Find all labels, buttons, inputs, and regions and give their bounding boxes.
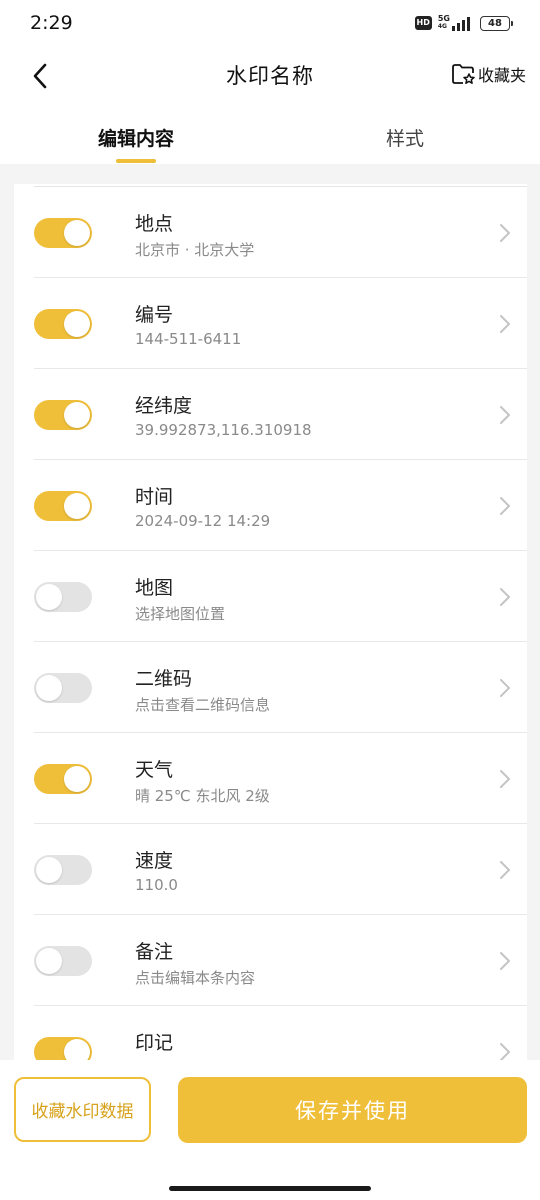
- toggle-knob: [64, 766, 90, 792]
- hd-icon: HD: [414, 16, 432, 30]
- battery-icon: 48: [480, 15, 513, 31]
- tab-edit-content[interactable]: 编辑内容: [96, 124, 176, 151]
- toggle-knob: [36, 584, 62, 610]
- visibility-toggle[interactable]: [34, 1037, 92, 1060]
- chevron-right-icon: [500, 406, 510, 424]
- list-item[interactable]: 印记修改水印相机已验证真伪信息真实性: [14, 1006, 527, 1060]
- item-label: 地点: [135, 213, 174, 235]
- tab-bar: 编辑内容 样式: [0, 112, 540, 164]
- battery-level: 48: [488, 17, 502, 29]
- item-label: 印记: [135, 1032, 174, 1054]
- visibility-toggle[interactable]: [34, 673, 92, 703]
- visibility-toggle[interactable]: [34, 491, 92, 521]
- status-time: 2:29: [30, 12, 73, 34]
- toggle-knob: [64, 402, 90, 428]
- chevron-right-icon: [500, 952, 510, 970]
- status-icons: HD 5G 4G 48: [414, 15, 513, 31]
- folder-star-icon: [452, 64, 475, 84]
- list-item[interactable]: 备注点击编辑本条内容: [14, 915, 527, 1006]
- cellular-signal-icon: 5G 4G: [438, 15, 470, 31]
- chevron-right-icon: [500, 497, 510, 515]
- active-tab-indicator: [116, 159, 156, 163]
- network-type-label: 5G: [437, 14, 450, 23]
- list-item[interactable]: 地点北京市 · 北京大学: [14, 187, 527, 278]
- chevron-right-icon: [500, 1043, 510, 1060]
- toggle-knob: [64, 311, 90, 337]
- content-area[interactable]: 地点北京市 · 北京大学编号 144-511-6411 经纬度 39.992873,1…: [0, 164, 540, 1060]
- toggle-knob: [64, 1039, 90, 1060]
- item-label: 天气: [135, 759, 174, 781]
- network-sub-label: 4G: [437, 23, 447, 30]
- app-header: 水印名称 收藏夹: [0, 46, 540, 106]
- list-item[interactable]: 地图 选择地图位置: [14, 551, 527, 642]
- item-value: 39.992873,116.310918: [135, 421, 312, 439]
- item-label: 编号: [135, 304, 174, 326]
- item-label: 经纬度: [135, 395, 193, 417]
- toggle-knob: [36, 857, 62, 883]
- item-value: 选择地图位置: [135, 605, 226, 623]
- favorites-button[interactable]: 收藏夹: [451, 62, 526, 86]
- chevron-right-icon: [500, 770, 510, 788]
- item-value: 点击查看二维码信息: [135, 696, 271, 714]
- item-value: 北京市 · 北京大学: [135, 241, 255, 259]
- list-item[interactable]: 天气晴 25℃ 东北风 2级: [14, 733, 527, 824]
- visibility-toggle[interactable]: [34, 764, 92, 794]
- status-bar: 2:29 HD 5G 4G 48: [0, 0, 540, 46]
- item-value: 110.0: [135, 876, 178, 894]
- item-value: 点击编辑本条内容: [135, 969, 256, 987]
- signal-bars-icon: [452, 17, 470, 31]
- toggle-knob: [64, 493, 90, 519]
- visibility-toggle[interactable]: [34, 218, 92, 248]
- list-item[interactable]: 时间 2024-09-12 14:29: [14, 460, 527, 551]
- item-value: 144-511-6411: [135, 330, 242, 348]
- item-value: 2024-09-12 14:29: [135, 512, 271, 530]
- save-and-use-button[interactable]: 保存并使用: [178, 1077, 527, 1143]
- visibility-toggle[interactable]: [34, 855, 92, 885]
- item-label: 备注: [135, 941, 174, 963]
- chevron-right-icon: [500, 679, 510, 697]
- tab-style[interactable]: 样式: [365, 124, 445, 151]
- item-label: 时间: [135, 486, 174, 508]
- list-item[interactable]: 经纬度 39.992873,116.310918: [14, 369, 527, 460]
- item-label: 二维码: [135, 668, 193, 690]
- chevron-right-icon: [500, 315, 510, 333]
- list-item[interactable]: 二维码点击查看二维码信息: [14, 642, 527, 733]
- list-item[interactable]: 编号 144-511-6411: [14, 278, 527, 369]
- visibility-toggle[interactable]: [34, 946, 92, 976]
- chevron-right-icon: [500, 861, 510, 879]
- visibility-toggle[interactable]: [34, 400, 92, 430]
- visibility-toggle[interactable]: [34, 309, 92, 339]
- bottom-action-bar: 收藏水印数据 保存并使用: [0, 1060, 540, 1200]
- list-item[interactable]: 速度 110.0: [14, 824, 527, 915]
- item-label: 地图: [135, 577, 174, 599]
- field-list: 地点北京市 · 北京大学编号 144-511-6411 经纬度 39.992873,1…: [14, 184, 527, 1060]
- item-label: 速度: [135, 850, 174, 872]
- chevron-right-icon: [500, 588, 510, 606]
- chevron-right-icon: [500, 224, 510, 242]
- toggle-knob: [36, 675, 62, 701]
- favorites-label: 收藏夹: [477, 66, 526, 85]
- visibility-toggle[interactable]: [34, 582, 92, 612]
- favorite-watermark-data-button[interactable]: 收藏水印数据: [14, 1077, 151, 1142]
- toggle-knob: [64, 220, 90, 246]
- toggle-knob: [36, 948, 62, 974]
- home-indicator[interactable]: [169, 1186, 371, 1191]
- item-value: 晴 25℃ 东北风 2级: [135, 787, 270, 805]
